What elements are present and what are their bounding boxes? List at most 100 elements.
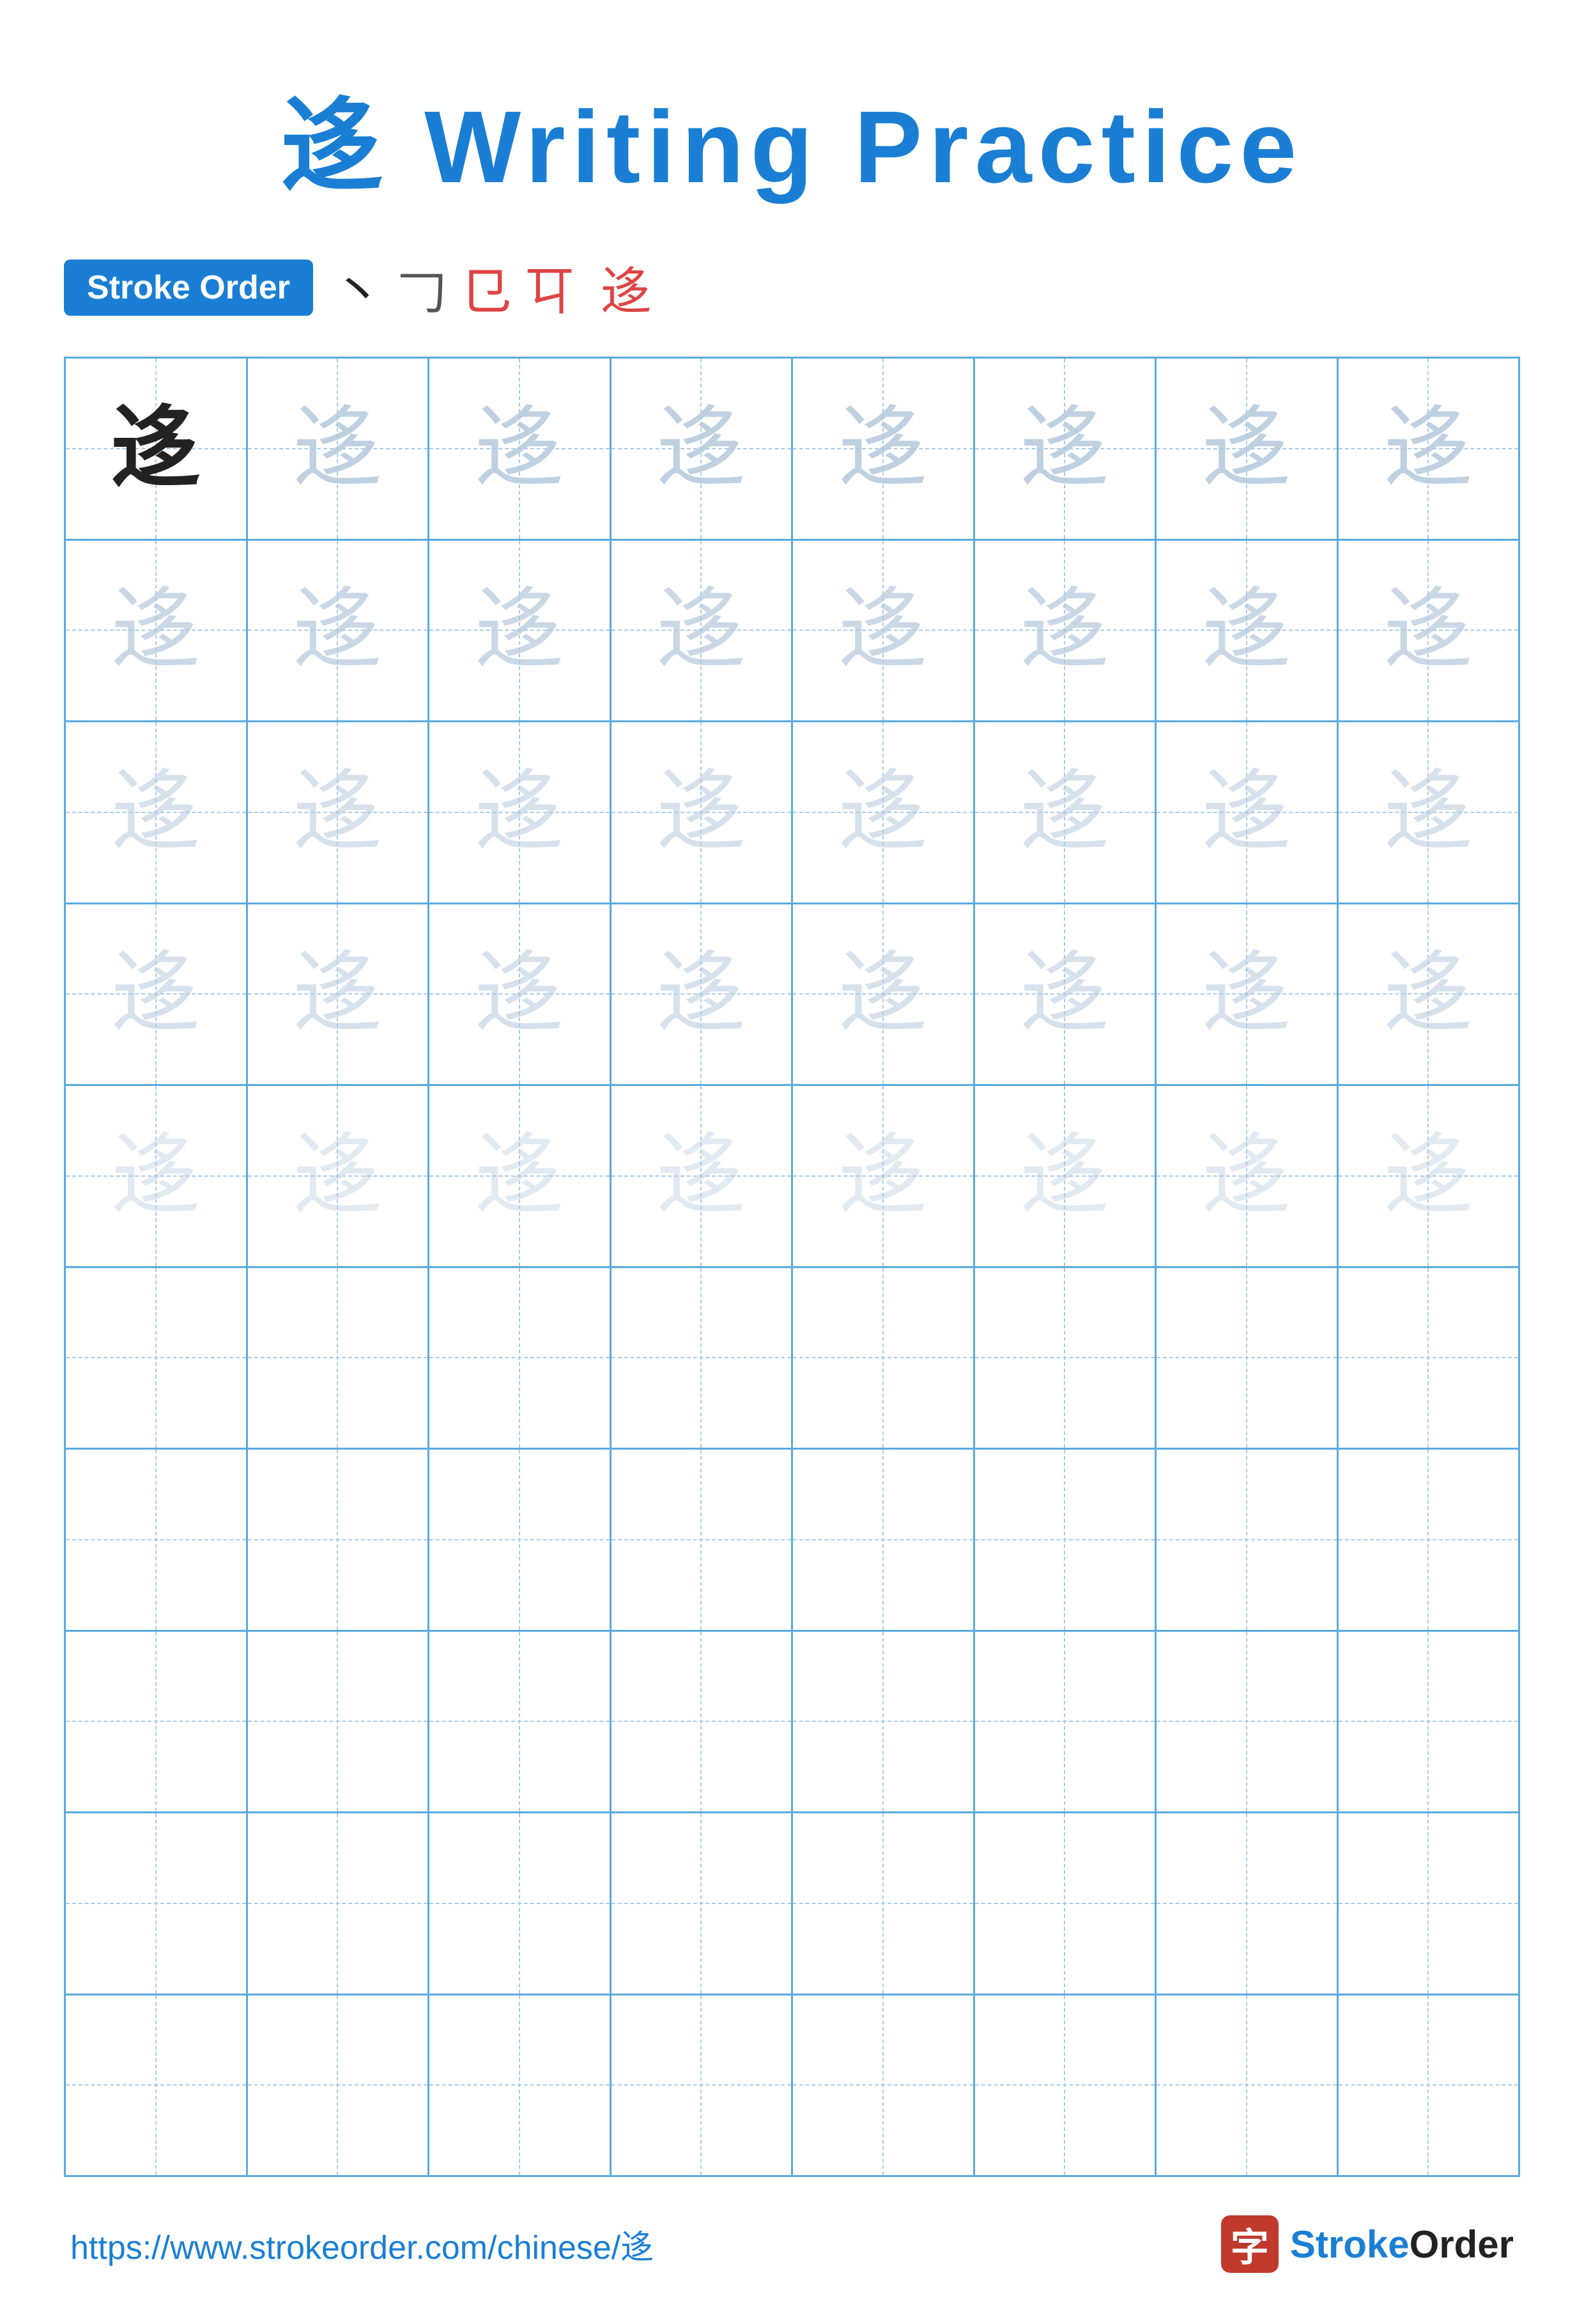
grid-cell[interactable]: 迻: [611, 1086, 794, 1268]
grid-cell[interactable]: 迻: [1339, 359, 1521, 541]
grid-cell[interactable]: 迻: [975, 1086, 1157, 1268]
grid-cell[interactable]: [1339, 1450, 1521, 1632]
grid-cell[interactable]: [66, 1813, 248, 1995]
grid-cell[interactable]: [611, 1632, 794, 1814]
grid-cell[interactable]: 迻: [248, 904, 430, 1087]
grid-cell[interactable]: 迻: [793, 541, 975, 723]
brand-stroke: Stroke: [1290, 2223, 1410, 2266]
grid-cell[interactable]: [429, 1995, 611, 2178]
grid-cell[interactable]: [611, 1268, 794, 1450]
char-display: 迻: [111, 949, 201, 1039]
grid-cell[interactable]: [1157, 1268, 1339, 1450]
grid-cell[interactable]: [429, 1450, 611, 1632]
grid-cell[interactable]: [1157, 1632, 1339, 1814]
grid-cell[interactable]: [611, 1450, 794, 1632]
grid-cell[interactable]: 迻: [1339, 1086, 1521, 1268]
grid-cell[interactable]: 迻: [429, 904, 611, 1087]
grid-cell[interactable]: 迻: [429, 541, 611, 723]
grid-cell[interactable]: 迻: [429, 359, 611, 541]
char-display: 迻: [1202, 949, 1291, 1039]
grid-cell[interactable]: [1157, 1450, 1339, 1632]
grid-cell[interactable]: 迻: [1157, 722, 1339, 904]
grid-cell[interactable]: 迻: [1339, 722, 1521, 904]
grid-cell[interactable]: 迻: [248, 541, 430, 723]
grid-cell[interactable]: 迻: [66, 541, 248, 723]
grid-cell[interactable]: 迻: [611, 722, 794, 904]
grid-cell[interactable]: 迻: [1157, 1086, 1339, 1268]
grid-cell[interactable]: [248, 1995, 430, 2178]
grid-cell[interactable]: 迻: [66, 904, 248, 1087]
grid-cell[interactable]: [611, 1995, 794, 2178]
grid-cell[interactable]: 迻: [66, 722, 248, 904]
grid-cell[interactable]: 迻: [611, 541, 794, 723]
grid-cell[interactable]: [793, 1813, 975, 1995]
grid-cell[interactable]: [1339, 1813, 1521, 1995]
grid-cell[interactable]: 迻: [248, 722, 430, 904]
grid-cell[interactable]: [975, 1632, 1157, 1814]
char-display: 迻: [838, 1131, 928, 1221]
grid-cell[interactable]: [1157, 1995, 1339, 2178]
grid-cell[interactable]: [1157, 1813, 1339, 1995]
grid-cell[interactable]: [793, 1995, 975, 2178]
grid-cell[interactable]: 迻: [1339, 541, 1521, 723]
grid-cell[interactable]: [975, 1813, 1157, 1995]
grid-cell[interactable]: 迻: [611, 359, 794, 541]
grid-cell[interactable]: [1339, 1632, 1521, 1814]
grid-cell[interactable]: [429, 1268, 611, 1450]
char-display: 迻: [656, 949, 746, 1039]
grid-cell[interactable]: 迻: [793, 1086, 975, 1268]
grid-cell[interactable]: [793, 1268, 975, 1450]
grid-cell[interactable]: [248, 1632, 430, 1814]
grid-cell[interactable]: [793, 1632, 975, 1814]
grid-cell[interactable]: [66, 1268, 248, 1450]
grid-cell[interactable]: [248, 1268, 430, 1450]
grid-cell[interactable]: 迻: [975, 722, 1157, 904]
grid-cell[interactable]: 迻: [975, 541, 1157, 723]
grid-cell[interactable]: 迻: [248, 1086, 430, 1268]
grid-cell[interactable]: 迻: [66, 359, 248, 541]
grid-cell[interactable]: 迻: [793, 904, 975, 1087]
grid-cell[interactable]: [429, 1632, 611, 1814]
char-display: 迻: [111, 585, 201, 675]
char-display: 迻: [1020, 949, 1109, 1039]
grid-cell[interactable]: 迻: [66, 1086, 248, 1268]
grid-cell[interactable]: 迻: [1157, 359, 1339, 541]
grid-row: [66, 1813, 1520, 1995]
char-display: 迻: [1202, 404, 1291, 493]
grid-cell[interactable]: [248, 1813, 430, 1995]
grid-cell[interactable]: 迻: [429, 1086, 611, 1268]
char-display: 迻: [838, 585, 928, 675]
footer-url[interactable]: https://www.strokeorder.com/chinese/迻: [70, 2220, 654, 2268]
stroke-order-row: Stroke Order 丶 𠃌 㔾 㔿 𨒫 迻: [64, 251, 1520, 325]
grid-cell[interactable]: 迻: [1157, 904, 1339, 1087]
grid-cell[interactable]: 迻: [1339, 904, 1521, 1087]
grid-cell[interactable]: 迻: [793, 722, 975, 904]
char-display: 迻: [656, 404, 746, 493]
grid-cell[interactable]: [66, 1995, 248, 2178]
grid-cell[interactable]: 迻: [248, 359, 430, 541]
grid-row: 迻 迻 迻 迻 迻 迻 迻 迻: [66, 722, 1520, 904]
grid-cell[interactable]: [975, 1995, 1157, 2178]
title-text: Writing Practice: [390, 89, 1303, 204]
grid-cell[interactable]: 迻: [429, 722, 611, 904]
grid-cell[interactable]: [1339, 1268, 1521, 1450]
grid-row: [66, 1450, 1520, 1632]
grid-cell[interactable]: [66, 1450, 248, 1632]
grid-cell[interactable]: [248, 1450, 430, 1632]
grid-cell[interactable]: 迻: [611, 904, 794, 1087]
char-display: 迻: [111, 1131, 201, 1221]
grid-cell[interactable]: 迻: [1157, 541, 1339, 723]
grid-cell[interactable]: 迻: [793, 359, 975, 541]
grid-cell[interactable]: [975, 1450, 1157, 1632]
grid-cell[interactable]: [66, 1632, 248, 1814]
grid-cell[interactable]: 迻: [975, 904, 1157, 1087]
grid-cell[interactable]: [1339, 1995, 1521, 2178]
page: 迻 Writing Practice Stroke Order 丶 𠃌 㔾 㔿 …: [0, 0, 1584, 2324]
grid-cell[interactable]: [429, 1813, 611, 1995]
grid-cell[interactable]: [975, 1268, 1157, 1450]
char-display: 迻: [475, 585, 564, 675]
grid-cell[interactable]: [793, 1450, 975, 1632]
char-display: 迻: [293, 404, 382, 493]
grid-cell[interactable]: 迻: [975, 359, 1157, 541]
grid-cell[interactable]: [611, 1813, 794, 1995]
